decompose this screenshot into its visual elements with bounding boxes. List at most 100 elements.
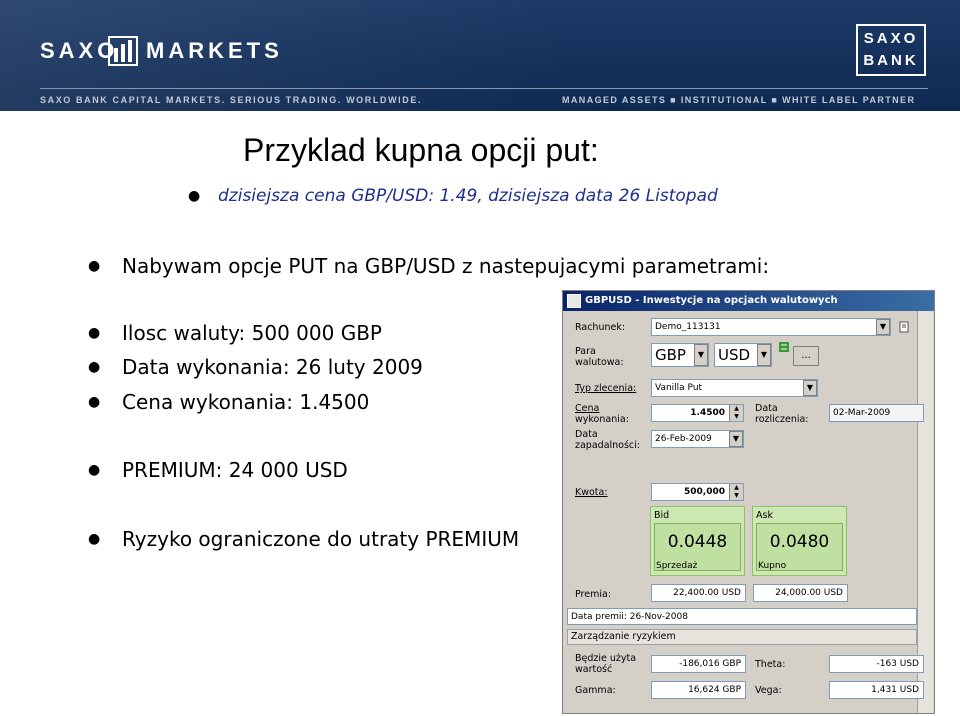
bullet-text: PREMIUM: 24 000 USD (122, 458, 348, 482)
value-label-line2: wartość (575, 664, 613, 675)
bullet-dot: ● (88, 258, 101, 274)
premium-ask-field: 24,000.00 USD (753, 584, 848, 602)
quote-currency-dropdown-button[interactable]: ▼ (757, 344, 771, 366)
dialog-scrollbar[interactable] (917, 311, 933, 713)
dialog-title: GBPUSD - Inwestycje na opcjach walutowyc… (585, 295, 838, 306)
bank-logo-line1: SAXO (863, 30, 919, 47)
settlement-date-value: 02-Mar-2009 (833, 408, 891, 418)
bullet-item: ● Data wykonania: 26 luty 2009 (88, 355, 423, 379)
ask-quote-panel[interactable]: Ask 0.0480 Kupno (752, 506, 847, 576)
header-banner: SAXO MARKETS SAXO BANK SAXO BANK CAPITAL… (0, 0, 960, 111)
premium-date-value: Data premii: 26-Nov-2008 (571, 612, 688, 622)
account-select[interactable]: Demo_113131 (651, 318, 891, 336)
gamma-value: 16,624 GBP (688, 685, 741, 695)
ask-footer: Kupno (758, 561, 787, 571)
expiry-date-dropdown-button[interactable]: ▼ (729, 431, 743, 447)
bullet-item: ● Ilosc waluty: 500 000 GBP (88, 321, 382, 345)
app-icon (567, 294, 581, 308)
value-field: -186,016 GBP (651, 655, 746, 673)
bullet-text: Ryzyko ograniczone do utraty PREMIUM (122, 527, 520, 551)
account-dropdown-button[interactable]: ▼ (876, 319, 890, 335)
currency-more-button[interactable]: ... (793, 346, 819, 366)
bid-footer: Sprzedaż (656, 561, 698, 571)
risk-management-section[interactable]: Zarządzanie ryzykiem (567, 629, 917, 645)
vega-field: 1,431 USD (829, 681, 924, 699)
bullet-item: ● Nabywam opcje PUT na GBP/USD z nastepu… (88, 254, 770, 278)
bullet-dot: ● (88, 359, 101, 375)
banner-divider (40, 88, 928, 89)
vega-value: 1,431 USD (871, 685, 919, 695)
premium-ask-value: 24,000.00 USD (775, 588, 843, 598)
value-label: Będzie użyta wartość (575, 653, 636, 675)
bullet-item: ● PREMIUM: 24 000 USD (88, 458, 348, 482)
bullet-item: ● Ryzyko ograniczone do utraty PREMIUM (88, 527, 520, 551)
swap-currency-icon[interactable] (778, 341, 790, 353)
document-icon[interactable] (898, 321, 910, 333)
risk-section-title: Zarządzanie ryzykiem (571, 631, 676, 642)
pair-label: Para walutowa: (575, 346, 624, 368)
theta-label: Theta: (755, 659, 786, 670)
strike-label-line2: wykonania: (575, 414, 629, 425)
bullet-text: Ilosc waluty: 500 000 GBP (122, 321, 382, 345)
subtitle-bullet: ● dzisiejsza cena GBP/USD: 1.49, dzisiej… (188, 186, 718, 206)
order-type-select[interactable]: Vanilla Put (651, 379, 818, 397)
account-value: Demo_113131 (655, 322, 721, 332)
bullet-dot: ● (188, 188, 201, 204)
bullet-dot: ● (88, 325, 101, 341)
subtitle-bullet-text: dzisiejsza cena GBP/USD: 1.49, dzisiejsz… (218, 186, 718, 206)
quote-currency-value: USD (718, 346, 751, 364)
base-currency-dropdown-button[interactable]: ▼ (694, 344, 708, 366)
bid-price-value: 0.0448 (667, 532, 728, 552)
pair-label-line1: Para (575, 346, 596, 357)
bid-header: Bid (654, 510, 670, 521)
order-type-value: Vanilla Put (655, 383, 703, 393)
bullet-dot: ● (88, 531, 101, 547)
expiry-date-value: 26-Feb-2009 (655, 434, 712, 444)
bank-logo-line2: BANK (863, 52, 919, 69)
amount-label: Kwota: (575, 487, 608, 498)
gamma-label: Gamma: (575, 685, 616, 696)
bid-quote-panel[interactable]: Bid 0.0448 Sprzedaż (650, 506, 745, 576)
theta-value: -163 USD (876, 659, 919, 669)
settlement-label-line2: rozliczenia: (755, 414, 809, 425)
saxo-logo-icon (108, 36, 138, 66)
strike-price-spinner[interactable]: ▲ ▼ (729, 405, 743, 421)
bullet-dot: ● (88, 394, 101, 410)
settlement-label-line1: Data (755, 403, 778, 414)
ask-price-value: 0.0480 (769, 532, 830, 552)
banner-tagline: SAXO BANK CAPITAL MARKETS. SERIOUS TRADI… (40, 95, 423, 105)
bullet-text: Cena wykonania: 1.4500 (122, 390, 370, 414)
bullet-dot: ● (88, 462, 101, 478)
bullet-item: ● Cena wykonania: 1.4500 (88, 390, 370, 414)
expiry-label-line2: zapadalności: (575, 440, 640, 451)
pair-label-line2: walutowa: (575, 357, 624, 368)
bullet-text: Nabywam opcje PUT na GBP/USD z nastepuja… (122, 254, 770, 278)
fx-option-dialog: GBPUSD - Inwestycje na opcjach walutowyc… (562, 290, 935, 714)
strike-label-line1: Cena (575, 403, 600, 414)
account-label: Rachunek: (575, 322, 626, 333)
gamma-field: 16,624 GBP (651, 681, 746, 699)
expiry-date-label: Data zapadalności: (575, 429, 640, 451)
slide-title: Przyklad kupna opcji put: (243, 132, 599, 168)
settlement-date-field: 02-Mar-2009 (829, 404, 924, 422)
ask-header: Ask (756, 510, 773, 521)
dialog-titlebar[interactable]: GBPUSD - Inwestycje na opcjach walutowyc… (563, 291, 934, 311)
premium-bid-value: 22,400.00 USD (673, 588, 741, 598)
saxo-bank-logo: SAXO BANK (856, 24, 926, 76)
expiry-label-line1: Data (575, 429, 598, 440)
order-type-dropdown-button[interactable]: ▼ (803, 380, 817, 396)
vega-label: Vega: (755, 685, 782, 696)
order-type-label: Typ zlecenia: (575, 383, 637, 394)
strike-label: Cena wykonania: (575, 403, 629, 425)
value-label-line1: Będzie użyta (575, 653, 637, 664)
amount-spinner[interactable]: ▲ ▼ (729, 484, 743, 500)
premium-date-field: Data premii: 26-Nov-2008 (567, 608, 917, 625)
logo-markets-text: MARKETS (146, 38, 283, 63)
settlement-date-label: Data rozliczenia: (755, 403, 809, 425)
theta-field: -163 USD (829, 655, 924, 673)
banner-nav-text: MANAGED ASSETS ■ INSTITUTIONAL ■ WHITE L… (562, 95, 916, 105)
premium-bid-field: 22,400.00 USD (651, 584, 746, 602)
premium-label: Premia: (575, 589, 612, 600)
value-value: -186,016 GBP (679, 659, 741, 669)
bullet-text: Data wykonania: 26 luty 2009 (122, 355, 423, 379)
